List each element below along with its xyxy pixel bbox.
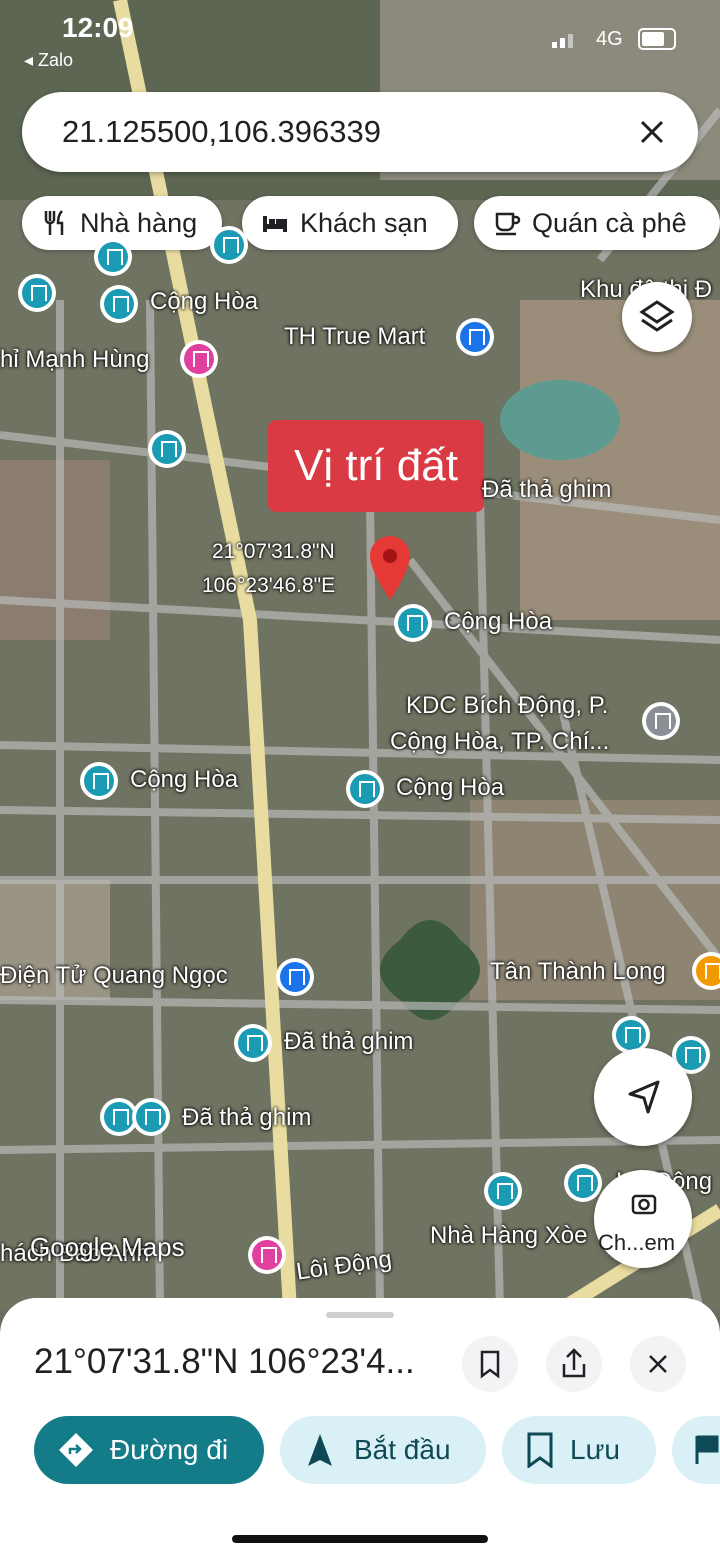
place-label[interactable]: Cộng Hòa bbox=[150, 288, 258, 316]
camera-search-button[interactable]: Ch...em bbox=[594, 1170, 692, 1268]
start-button[interactable]: Bắt đầu bbox=[280, 1416, 486, 1484]
directions-label: Đường đi bbox=[110, 1434, 229, 1465]
coffee-cup-icon bbox=[495, 212, 521, 236]
clear-search-icon[interactable] bbox=[630, 110, 674, 154]
start-label: Bắt đầu bbox=[354, 1434, 451, 1465]
place-label[interactable]: Đã thả ghim bbox=[182, 1104, 311, 1132]
place-label[interactable]: hỉ Mạnh Hùng bbox=[0, 346, 149, 374]
saved-place-pin[interactable] bbox=[564, 1164, 602, 1202]
save-button[interactable]: Lưu bbox=[502, 1416, 656, 1484]
saved-place-pin[interactable] bbox=[234, 1024, 272, 1062]
google-maps-attribution: Google Maps bbox=[30, 1232, 185, 1262]
saved-place-pin[interactable] bbox=[132, 1098, 170, 1136]
chip-label: Khách sạn bbox=[300, 207, 428, 238]
status-time: 12:09 bbox=[62, 12, 134, 43]
place-label[interactable]: Cộng Hòa bbox=[396, 774, 504, 802]
place-label[interactable]: Điện Tử Quang Ngọc bbox=[0, 962, 228, 990]
place-label[interactable]: KDC Bích Động, P. bbox=[406, 692, 608, 720]
battery-icon bbox=[638, 28, 676, 50]
place-label[interactable]: Nhà Hàng Xòe bbox=[430, 1222, 587, 1250]
save-icon-button[interactable] bbox=[462, 1336, 518, 1392]
sheet-drag-handle[interactable] bbox=[326, 1312, 394, 1318]
close-sheet-button[interactable] bbox=[630, 1336, 686, 1392]
navigation-arrow-icon bbox=[628, 1080, 660, 1114]
share-button[interactable] bbox=[546, 1336, 602, 1392]
layers-icon bbox=[639, 300, 675, 332]
bottom-sheet[interactable]: 21°07'31.8"N 106°23'4... Đường đi Bắt đầ… bbox=[0, 1298, 720, 1559]
marker-coords-line2: 106°23'46.8"E bbox=[202, 574, 336, 597]
saved-place-pin[interactable] bbox=[100, 285, 138, 323]
chip-cafes[interactable]: Quán cà phê bbox=[474, 196, 720, 250]
directions-button[interactable]: Đường đi bbox=[34, 1416, 264, 1484]
close-icon bbox=[649, 1355, 667, 1373]
saved-place-pin[interactable] bbox=[210, 226, 248, 264]
network-type: 4G bbox=[596, 28, 623, 50]
flag-icon bbox=[695, 1435, 719, 1464]
place-label[interactable]: TH True Mart bbox=[284, 323, 425, 351]
shopping-cart-pin[interactable] bbox=[456, 318, 494, 356]
more-actions-button[interactable] bbox=[672, 1416, 720, 1484]
selected-location-label: Vị trí đất bbox=[268, 420, 484, 512]
red-location-marker-icon[interactable] bbox=[368, 534, 412, 602]
share-icon bbox=[562, 1348, 586, 1378]
bookmark-icon bbox=[480, 1350, 500, 1379]
location-pin[interactable] bbox=[642, 702, 680, 740]
signal-icon bbox=[552, 34, 573, 48]
hotel-bed-icon bbox=[263, 216, 287, 232]
marker-coords-line1: 21°07'31.8"N bbox=[212, 540, 335, 563]
bookmark-icon bbox=[527, 1432, 553, 1468]
place-label[interactable]: Cộng Hòa bbox=[130, 766, 238, 794]
place-title: 21°07'31.8"N 106°23'4... bbox=[34, 1342, 415, 1381]
map-view[interactable]: 12:09 ◂ Zalo 4G 21.125500,106.396339 Nhà… bbox=[0, 0, 720, 1310]
place-label[interactable]: Tân Thành Long bbox=[490, 958, 666, 986]
place-label[interactable]: Đã thả ghim bbox=[284, 1028, 413, 1056]
my-location-button[interactable] bbox=[594, 1048, 692, 1146]
home-indicator[interactable] bbox=[232, 1535, 488, 1543]
place-label[interactable]: Cộng Hòa, TP. Chí... bbox=[390, 728, 609, 756]
chip-label: Quán cà phê bbox=[532, 207, 687, 238]
place-label[interactable]: Cộng Hòa bbox=[444, 608, 552, 636]
saved-place-pin[interactable] bbox=[80, 762, 118, 800]
directions-icon bbox=[59, 1433, 93, 1467]
saved-place-pin[interactable] bbox=[148, 430, 186, 468]
saved-place-pin[interactable] bbox=[484, 1172, 522, 1210]
chip-label: Nhà hàng bbox=[80, 207, 198, 238]
back-to-app-link[interactable]: ◂ Zalo bbox=[24, 50, 73, 71]
save-label: Lưu bbox=[570, 1434, 620, 1465]
camera-icon bbox=[631, 1194, 657, 1215]
hotel-pin[interactable] bbox=[248, 1236, 286, 1274]
saved-place-pin[interactable] bbox=[394, 604, 432, 642]
restaurant-icon bbox=[44, 210, 64, 235]
shop-pin[interactable] bbox=[276, 958, 314, 996]
camera-label: Ch...em bbox=[598, 1230, 676, 1255]
place-label[interactable]: Đã thả ghim bbox=[482, 476, 611, 504]
navigation-start-icon bbox=[308, 1434, 332, 1466]
search-bar[interactable]: 21.125500,106.396339 bbox=[22, 92, 698, 172]
status-bar: 12:09 ◂ Zalo 4G bbox=[0, 0, 720, 80]
chip-hotels[interactable]: Khách sạn bbox=[242, 196, 458, 250]
saved-place-pin[interactable] bbox=[18, 274, 56, 312]
saved-place-pin[interactable] bbox=[94, 238, 132, 276]
saved-place-pin[interactable] bbox=[346, 770, 384, 808]
search-query[interactable]: 21.125500,106.396339 bbox=[62, 114, 381, 150]
hotel-pin[interactable] bbox=[180, 340, 218, 378]
layers-button[interactable] bbox=[622, 282, 692, 352]
